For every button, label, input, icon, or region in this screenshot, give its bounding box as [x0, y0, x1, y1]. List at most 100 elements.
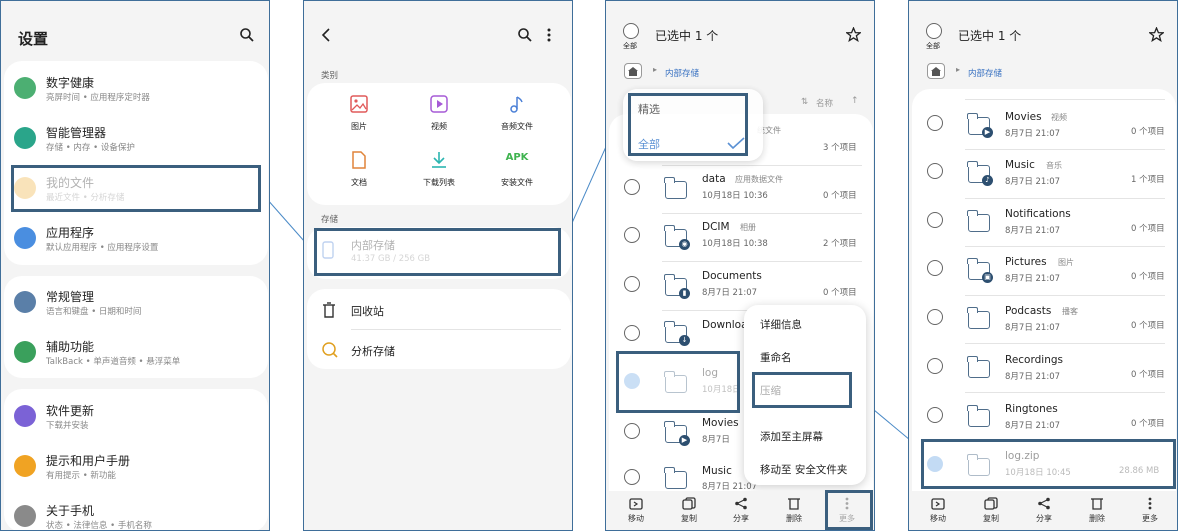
row-checkbox[interactable]	[624, 227, 640, 243]
file-row-notifications[interactable]: Notifications 8月7日 21:07 0 个项目	[912, 200, 1176, 246]
settings-item-tips[interactable]: 提示和用户手册 有用提示 • 新功能	[11, 449, 261, 487]
sort-direction-icon[interactable]: ↑	[851, 96, 859, 106]
analyze-storage-item[interactable]: 分析存储	[314, 337, 564, 365]
settings-item-accessibility[interactable]: 辅助功能 TalkBack • 单声道音频 • 悬浮菜单	[11, 335, 261, 373]
file-date: 8月7日 21:07	[1005, 372, 1061, 382]
sort-label[interactable]: 名称	[816, 97, 833, 109]
settings-item-device-care[interactable]: 智能管理器 存储 • 内存 • 设备保护	[11, 121, 261, 159]
row-checkbox[interactable]	[927, 212, 943, 228]
file-row-music[interactable]: ♪ Music 音乐 8月7日 21:07 1 个项目	[912, 151, 1176, 197]
folder-icon	[664, 177, 687, 199]
bottom-bar-label: 复制	[983, 514, 999, 523]
highlight-box	[628, 93, 748, 156]
row-checkbox[interactable]	[624, 423, 640, 439]
file-row-podcasts[interactable]: Podcasts 播客 8月7日 21:07 0 个项目	[912, 297, 1176, 343]
star-icon[interactable]	[846, 27, 861, 42]
settings-item-label: 提示和用户手册	[46, 454, 131, 468]
search-icon[interactable]	[240, 28, 254, 42]
file-row-data[interactable]: data 应用数据文件 10月18日 10:36 0 个项目	[609, 167, 873, 213]
file-count: 0 个项目	[1131, 272, 1165, 282]
settings-screen: 设置 数字健康 亮屏时间 • 应用程序定时器 智能管理器 存储 • 内存 • 设…	[0, 0, 270, 531]
copy-button[interactable]: 复制	[669, 495, 709, 527]
row-checkbox[interactable]	[927, 115, 943, 131]
home-icon[interactable]	[624, 63, 642, 79]
divider	[965, 246, 1165, 247]
more-options-icon[interactable]	[547, 28, 551, 42]
move-button[interactable]: 移动	[918, 495, 958, 527]
file-date: 8月7日	[702, 435, 730, 445]
star-icon[interactable]	[1149, 27, 1164, 42]
file-count: 3 个项目	[823, 143, 857, 153]
row-checkbox[interactable]	[624, 276, 640, 292]
sliders-icon	[14, 291, 36, 313]
row-checkbox[interactable]	[624, 179, 640, 195]
row-checkbox[interactable]	[927, 407, 943, 423]
menu-item-details[interactable]: 详细信息	[760, 317, 802, 332]
row-checkbox[interactable]	[927, 309, 943, 325]
file-row-pictures[interactable]: ▣ Pictures 图片 8月7日 21:07 0 个项目	[912, 248, 1176, 294]
file-name: Ringtones	[1005, 403, 1058, 415]
file-name: Documents	[702, 270, 762, 282]
more-button[interactable]: 更多	[1130, 495, 1170, 527]
home-icon[interactable]	[927, 63, 945, 79]
file-row-dcim[interactable]: ◉ DCIM 相册 10月18日 10:38 2 个项目	[609, 215, 873, 261]
settings-item-apps[interactable]: 应用程序 默认应用程序 • 应用程序设置	[11, 221, 261, 259]
menu-item-move-to-secure-folder[interactable]: 移动至 安全文件夹	[760, 462, 847, 477]
settings-item-software-update[interactable]: 软件更新 下载并安装	[11, 399, 261, 437]
settings-item-general-management[interactable]: 常规管理 语言和键盘 • 日期和时间	[11, 285, 261, 323]
sort-icon[interactable]: ⇅	[801, 97, 808, 107]
file-row-ringtones[interactable]: Ringtones 8月7日 21:07 0 个项目	[912, 395, 1176, 441]
file-row-documents[interactable]: ▮ Documents 8月7日 21:07 0 个项目	[609, 264, 873, 310]
copy-button[interactable]: 复制	[971, 495, 1011, 527]
breadcrumb-arrow: ▸	[956, 65, 961, 74]
row-checkbox[interactable]	[927, 358, 943, 374]
category-label: 音频文件	[501, 122, 533, 131]
recycle-bin-item[interactable]: 回收站	[314, 297, 564, 325]
row-checkbox[interactable]	[624, 469, 640, 485]
folder-icon	[967, 210, 990, 232]
breadcrumb[interactable]: 内部存储	[665, 67, 699, 79]
info-icon	[14, 505, 36, 527]
digital-wellbeing-icon	[14, 77, 36, 99]
category-audio[interactable]: 音频文件	[487, 93, 547, 138]
select-all-checkbox[interactable]	[623, 23, 639, 39]
file-name: DCIM	[702, 221, 730, 233]
move-button[interactable]: 移动	[616, 495, 656, 527]
file-row-recordings[interactable]: Recordings 8月7日 21:07 0 个项目	[912, 346, 1176, 392]
file-date: 8月7日 21:07	[1005, 226, 1061, 236]
category-documents[interactable]: 文档	[329, 149, 389, 194]
share-button[interactable]: 分享	[1024, 495, 1064, 527]
breadcrumb[interactable]: 内部存储	[968, 67, 1002, 79]
device-care-icon	[14, 127, 36, 149]
file-row-movies[interactable]: ▶ Movies 视频 8月7日 21:07 0 个项目	[912, 103, 1176, 149]
file-date: 10月18日 10:36	[702, 191, 768, 201]
highlight-box	[11, 165, 261, 212]
image-icon	[350, 95, 368, 113]
category-videos[interactable]: 视频	[409, 93, 469, 138]
file-tag: 播客	[1062, 307, 1078, 316]
file-name: Pictures	[1005, 256, 1047, 268]
select-all-checkbox[interactable]	[926, 23, 942, 39]
row-checkbox[interactable]	[927, 260, 943, 276]
delete-button[interactable]: 删除	[774, 495, 814, 527]
settings-item-digital-wellbeing[interactable]: 数字健康 亮屏时间 • 应用程序定时器	[11, 71, 261, 109]
settings-item-about-phone[interactable]: 关于手机 状态 • 法律信息 • 手机名称	[11, 499, 261, 530]
search-icon[interactable]	[518, 28, 532, 42]
category-downloads[interactable]: 下载列表	[409, 149, 469, 194]
menu-item-add-to-home[interactable]: 添加至主屏幕	[760, 429, 823, 444]
share-button[interactable]: 分享	[721, 495, 761, 527]
analyze-storage-label: 分析存储	[351, 345, 395, 358]
category-images[interactable]: 图片	[329, 93, 389, 138]
highlight-box	[616, 351, 740, 413]
file-name: Movies	[702, 417, 739, 429]
back-arrow-icon[interactable]	[321, 28, 331, 42]
divider	[965, 198, 1165, 199]
menu-item-rename[interactable]: 重命名	[760, 350, 792, 365]
music-note-icon	[510, 96, 523, 113]
settings-item-label: 关于手机	[46, 504, 95, 518]
category-apk[interactable]: APK 安装文件	[487, 149, 547, 194]
file-count: 0 个项目	[823, 191, 857, 201]
row-checkbox[interactable]	[927, 163, 943, 179]
delete-button[interactable]: 删除	[1077, 495, 1117, 527]
row-checkbox[interactable]	[624, 325, 640, 341]
